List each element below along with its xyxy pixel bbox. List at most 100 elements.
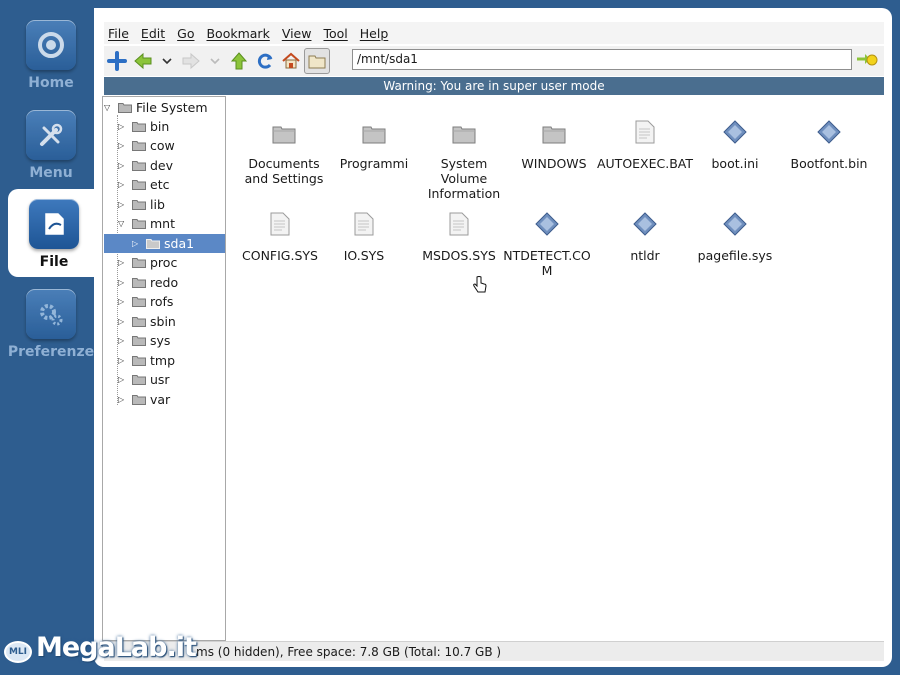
- tree-item-proc[interactable]: ▷ proc: [118, 253, 177, 272]
- file-item-autoexec-bat[interactable]: AUTOEXEC.BAT: [597, 114, 693, 171]
- tree-item-sys[interactable]: ▷ sys: [118, 331, 170, 350]
- folder-icon: [132, 356, 146, 366]
- file-item-system-volume-information[interactable]: System Volume Information: [418, 114, 510, 201]
- expand-arrow-icon[interactable]: ▷: [118, 317, 128, 326]
- tree-item-rofs[interactable]: ▷ rofs: [118, 292, 173, 311]
- up-icon[interactable]: [226, 48, 252, 74]
- folder-icon: [132, 395, 146, 405]
- mli-logo-badge: MLI: [4, 641, 32, 663]
- tools-icon: [26, 110, 76, 160]
- expand-arrow-icon[interactable]: ▷: [118, 200, 128, 209]
- menu-file[interactable]: File: [108, 26, 129, 41]
- file-item-bootfont-bin[interactable]: Bootfont.bin: [779, 114, 879, 171]
- menu-tool[interactable]: Tool: [323, 26, 347, 41]
- file-item-ntldr[interactable]: ntldr: [599, 206, 691, 263]
- file-name: ntldr: [630, 248, 660, 263]
- expand-arrow-icon[interactable]: ▷: [118, 122, 128, 131]
- file-item-windows[interactable]: WINDOWS: [508, 114, 600, 171]
- collapse-arrow-icon[interactable]: ▽: [118, 219, 128, 228]
- forward-history-icon[interactable]: [204, 48, 226, 74]
- back-history-icon[interactable]: [156, 48, 178, 74]
- file-item-programmi[interactable]: Programmi: [328, 114, 420, 171]
- expand-arrow-icon[interactable]: ▷: [118, 258, 128, 267]
- forward-icon[interactable]: [178, 48, 204, 74]
- tree-item-dev[interactable]: ▷ dev: [118, 156, 173, 175]
- expand-arrow-icon[interactable]: ▷: [132, 239, 142, 248]
- file-item-pagefile-sys[interactable]: pagefile.sys: [684, 206, 786, 263]
- dock-item-label: Menu: [29, 165, 73, 181]
- expand-arrow-icon[interactable]: ▷: [118, 356, 128, 365]
- tree-item-cow[interactable]: ▷ cow: [118, 136, 175, 155]
- tree-item-sda1[interactable]: ▷ sda1: [104, 234, 225, 253]
- folder-tree: ▽ File System ▷ bin ▷ cow ▷ dev ▷ etc ▷ …: [102, 96, 226, 641]
- watermark-text: MegaLab.it: [36, 631, 197, 663]
- menu-edit[interactable]: Edit: [141, 26, 165, 41]
- file-item-config-sys[interactable]: CONFIG.SYS: [229, 206, 331, 263]
- dock-item-file[interactable]: File: [8, 189, 100, 277]
- expand-arrow-icon[interactable]: ▷: [118, 336, 128, 345]
- expand-arrow-icon[interactable]: ▷: [118, 375, 128, 384]
- expand-arrow-icon[interactable]: ▷: [118, 395, 128, 404]
- file-item-boot-ini[interactable]: boot.ini: [689, 114, 781, 171]
- folder-icon: [132, 317, 146, 327]
- file-view: Documents and Settings Programmi System …: [230, 96, 884, 641]
- reload-icon[interactable]: [252, 48, 278, 74]
- file-name: NTDETECT.COM: [503, 248, 591, 278]
- tree-item-root[interactable]: ▽ File System: [104, 98, 208, 117]
- folder-icon: [362, 114, 386, 144]
- folder-icon: [132, 258, 146, 268]
- new-tab-icon[interactable]: [104, 48, 130, 74]
- text-file-icon: [270, 206, 290, 236]
- dock-item-home[interactable]: Home: [8, 10, 94, 98]
- tree-item-usr[interactable]: ▷ usr: [118, 370, 170, 389]
- file-item-io-sys[interactable]: IO.SYS: [318, 206, 410, 263]
- dock-item-menu[interactable]: Menu: [8, 100, 94, 188]
- tree-item-label: dev: [150, 158, 174, 173]
- tree-item-etc[interactable]: ▷ etc: [118, 175, 169, 194]
- tree-item-sbin[interactable]: ▷ sbin: [118, 312, 176, 331]
- tree-item-var[interactable]: ▷ var: [118, 390, 170, 409]
- tree-item-mnt[interactable]: ▽ mnt: [118, 214, 175, 233]
- file-icon: [29, 199, 79, 249]
- tree-item-redo[interactable]: ▷ redo: [118, 273, 178, 292]
- folder-icon: [132, 141, 146, 151]
- expand-arrow-icon[interactable]: ▷: [118, 180, 128, 189]
- folder-icon: [132, 219, 146, 229]
- tree-item-tmp[interactable]: ▷ tmp: [118, 351, 175, 370]
- binary-file-icon: [535, 206, 559, 236]
- expand-arrow-icon[interactable]: ▷: [118, 278, 128, 287]
- menu-help[interactable]: Help: [360, 26, 389, 41]
- go-icon[interactable]: [856, 50, 878, 71]
- folder-icon: [132, 278, 146, 288]
- megalab-watermark: MLI MegaLab.it: [4, 631, 197, 663]
- toolbar: /mnt/sda1: [104, 46, 884, 76]
- back-icon[interactable]: [130, 48, 156, 74]
- file-name: boot.ini: [711, 156, 759, 171]
- dock-item-preferenze[interactable]: Preferenze: [8, 279, 94, 367]
- menu-bookmark[interactable]: Bookmark: [206, 26, 269, 41]
- tree-item-label: File System: [136, 100, 208, 115]
- expand-arrow-icon[interactable]: ▽: [104, 103, 114, 112]
- menu-view[interactable]: View: [282, 26, 312, 41]
- folder-icon: [132, 161, 146, 171]
- folder-icon: [118, 103, 132, 113]
- tree-item-label: tmp: [150, 353, 176, 368]
- binary-file-icon: [723, 114, 747, 144]
- expand-arrow-icon[interactable]: ▷: [118, 161, 128, 170]
- tree-item-lib[interactable]: ▷ lib: [118, 195, 165, 214]
- file-item-ntdetect-com[interactable]: NTDETECT.COM: [503, 206, 591, 278]
- binary-file-icon: [633, 206, 657, 236]
- folder-icon: [132, 375, 146, 385]
- tree-item-label: redo: [150, 275, 179, 290]
- address-bar[interactable]: /mnt/sda1: [352, 49, 852, 70]
- expand-arrow-icon[interactable]: ▷: [118, 297, 128, 306]
- folder-icon: [272, 114, 296, 144]
- file-item-documents-and-settings[interactable]: Documents and Settings: [238, 114, 330, 186]
- file-item-msdos-sys[interactable]: MSDOS.SYS: [408, 206, 510, 263]
- home-icon[interactable]: [278, 48, 304, 74]
- menu-go[interactable]: Go: [177, 26, 194, 41]
- tree-item-bin[interactable]: ▷ bin: [118, 117, 169, 136]
- tree-item-label: sys: [150, 333, 171, 348]
- expand-arrow-icon[interactable]: ▷: [118, 141, 128, 150]
- folder-view-icon[interactable]: [304, 48, 330, 74]
